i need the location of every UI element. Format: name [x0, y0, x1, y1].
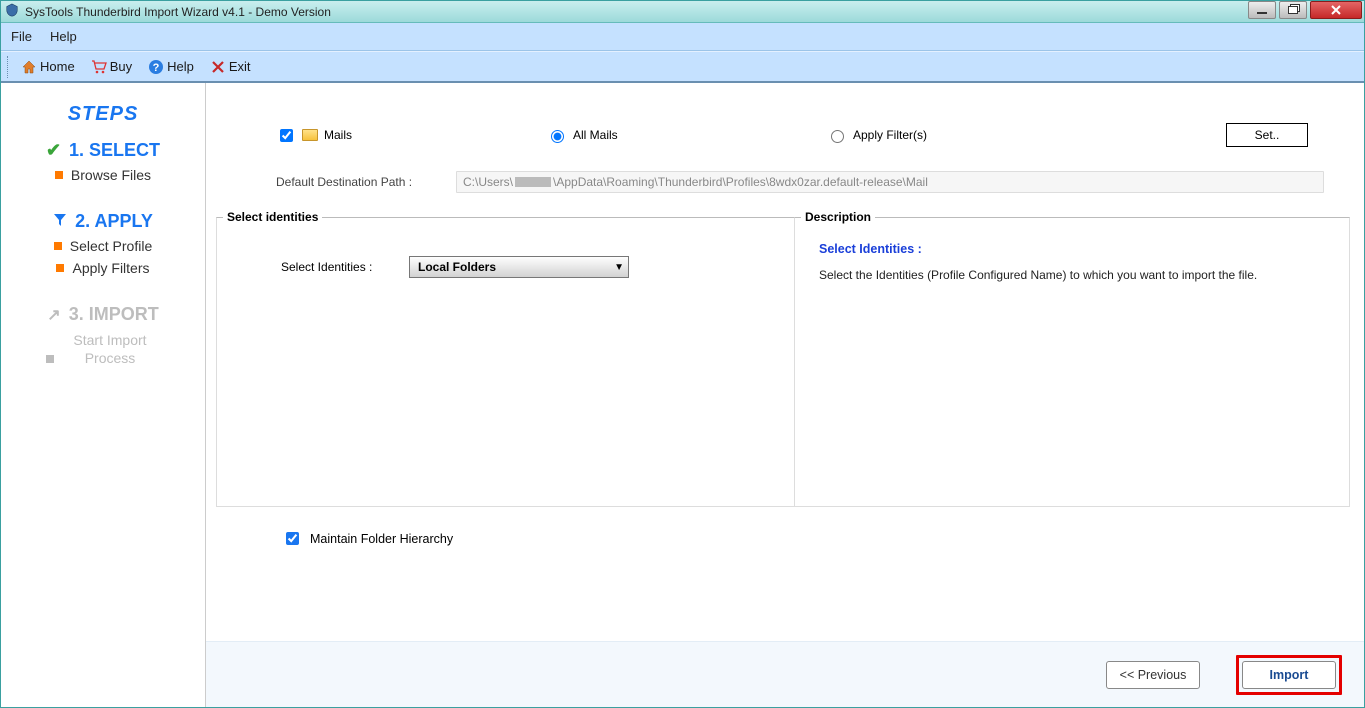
- mail-icon: [302, 129, 318, 141]
- step-apply-title: 2. APPLY: [75, 211, 153, 232]
- exit-icon: [210, 59, 226, 75]
- chevron-down-icon: ▼: [614, 262, 624, 273]
- toolbar-buy[interactable]: Buy: [85, 57, 138, 77]
- toolbar: Home Buy ? Help Exit: [1, 51, 1364, 83]
- bullet-icon: [46, 355, 54, 363]
- import-button[interactable]: Import: [1242, 661, 1336, 689]
- step-apply-sub-profile: Select Profile: [1, 238, 205, 254]
- apply-filters-label: Apply Filter(s): [853, 128, 927, 142]
- app-icon: [5, 3, 19, 20]
- toolbar-home[interactable]: Home: [15, 57, 81, 77]
- description-fieldset: Description Select Identities : Select t…: [794, 217, 1350, 507]
- destination-path-label: Default Destination Path :: [276, 175, 456, 189]
- steps-heading: STEPS: [1, 103, 205, 126]
- description-legend: Description: [801, 210, 875, 224]
- identities-dropdown[interactable]: Local Folders ▼: [409, 256, 629, 278]
- all-mails-label: All Mails: [573, 128, 618, 142]
- step-import-sub-label: Start Import Process: [60, 331, 160, 367]
- maintain-hierarchy-label: Maintain Folder Hierarchy: [310, 532, 453, 546]
- toolbar-home-label: Home: [40, 59, 75, 74]
- destination-path-field: C:\Users\ \AppData\Roaming\Thunderbird\Pr…: [456, 171, 1324, 193]
- description-body: Select the Identities (Profile Configure…: [819, 266, 1333, 284]
- menubar: File Help: [1, 23, 1364, 51]
- fieldset-zone: Select identities Select Identities : Lo…: [206, 217, 1364, 507]
- identities-selected-value: Local Folders: [418, 260, 496, 274]
- home-icon: [21, 59, 37, 75]
- step-select-sub-label: Browse Files: [71, 167, 151, 183]
- step-select-sub-browse: Browse Files: [1, 167, 205, 183]
- minimize-button[interactable]: [1248, 1, 1276, 19]
- options-row: Mails All Mails Apply Filter(s) Set..: [206, 83, 1364, 167]
- all-mails-radio[interactable]: [551, 130, 564, 143]
- footer-bar: << Previous Import: [206, 641, 1364, 707]
- bullet-icon: [55, 171, 63, 179]
- main-panel: Mails All Mails Apply Filter(s) Set.. De…: [206, 83, 1364, 707]
- select-identities-fieldset: Select identities Select Identities : Lo…: [216, 217, 794, 507]
- close-button[interactable]: [1310, 1, 1362, 19]
- step-import-sub-start: Start Import Process: [1, 331, 205, 367]
- description-heading: Select Identities :: [819, 242, 1333, 256]
- help-icon: ?: [148, 59, 164, 75]
- step-apply: 2. APPLY Select Profile Apply Filters: [1, 211, 205, 276]
- step-apply-sub2-label: Apply Filters: [72, 260, 149, 276]
- filter-icon: [53, 213, 67, 230]
- path-masked-segment: [515, 177, 551, 187]
- steps-sidebar: STEPS ✔ 1. SELECT Browse Files 2. APPLY: [1, 83, 206, 707]
- cart-icon: [91, 59, 107, 75]
- select-identities-label: Select Identities :: [233, 260, 409, 274]
- toolbar-separator: [7, 56, 9, 78]
- path-suffix: \AppData\Roaming\Thunderbird\Profiles\8w…: [553, 175, 928, 189]
- maximize-button[interactable]: [1279, 1, 1307, 19]
- previous-button[interactable]: << Previous: [1106, 661, 1200, 689]
- arrow-icon: ↗: [47, 305, 60, 325]
- titlebar: SysTools Thunderbird Import Wizard v4.1 …: [1, 1, 1364, 23]
- destination-path-row: Default Destination Path : C:\Users\ \App…: [206, 167, 1364, 217]
- bullet-icon: [54, 242, 62, 250]
- apply-filters-radio[interactable]: [831, 130, 844, 143]
- toolbar-exit-label: Exit: [229, 59, 251, 74]
- step-import: ↗ 3. IMPORT Start Import Process: [1, 304, 205, 367]
- bullet-icon: [56, 264, 64, 272]
- toolbar-buy-label: Buy: [110, 59, 132, 74]
- window-title: SysTools Thunderbird Import Wizard v4.1 …: [25, 5, 331, 19]
- step-import-title: 3. IMPORT: [69, 304, 159, 325]
- toolbar-help[interactable]: ? Help: [142, 57, 200, 77]
- set-button[interactable]: Set..: [1226, 123, 1308, 147]
- menu-help[interactable]: Help: [50, 29, 77, 44]
- step-select-title: 1. SELECT: [69, 140, 160, 161]
- step-apply-sub1-label: Select Profile: [70, 238, 152, 254]
- select-identities-legend: Select identities: [223, 210, 322, 224]
- step-apply-sub-filters: Apply Filters: [1, 260, 205, 276]
- maintain-hierarchy-checkbox[interactable]: [286, 532, 299, 545]
- import-button-highlight: Import: [1236, 655, 1342, 695]
- check-icon: ✔: [46, 140, 61, 161]
- maintain-hierarchy-row: Maintain Folder Hierarchy: [206, 507, 1364, 548]
- step-select: ✔ 1. SELECT Browse Files: [1, 140, 205, 183]
- svg-text:?: ?: [153, 62, 160, 74]
- mails-label: Mails: [324, 128, 352, 142]
- menu-file[interactable]: File: [11, 29, 32, 44]
- mails-checkbox[interactable]: [280, 129, 293, 142]
- toolbar-help-label: Help: [167, 59, 194, 74]
- toolbar-exit[interactable]: Exit: [204, 57, 257, 77]
- path-prefix: C:\Users\: [463, 175, 513, 189]
